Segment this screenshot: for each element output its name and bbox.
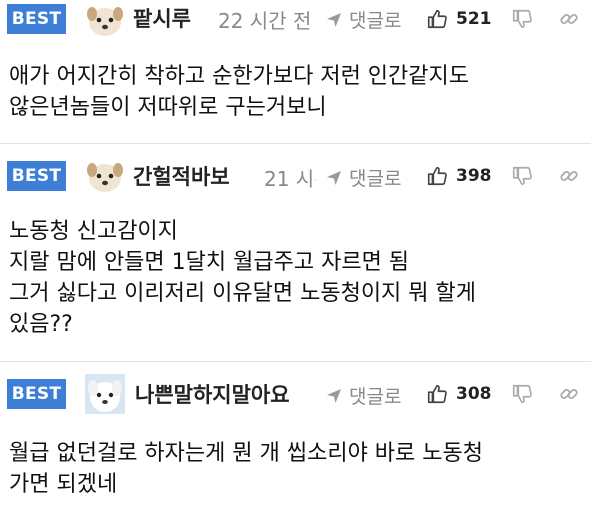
comment-header: BEST 나쁜말하지말아요 댓글로 308 xyxy=(0,374,591,414)
nickname[interactable]: 팥시루 xyxy=(133,3,191,33)
thumbs-up-icon xyxy=(427,9,447,29)
dog-avatar-icon[interactable] xyxy=(85,156,125,196)
comment-time: 21 시간 전 xyxy=(264,167,316,191)
like-count: 398 xyxy=(456,166,492,186)
puppy-avatar-icon[interactable] xyxy=(85,374,125,414)
nickname[interactable]: 나쁜말하지말아요 xyxy=(135,379,290,409)
comment-header: BEST 팥시루 22 시간 전 댓글로 521 xyxy=(0,0,591,40)
reply-label: 댓글로 xyxy=(349,168,402,190)
like-count: 521 xyxy=(456,9,492,29)
comment-header: BEST 간헐적바보 21 시간 전 댓글로 398 xyxy=(0,156,591,196)
thumbs-down-icon[interactable] xyxy=(511,165,533,187)
reply-arrow-icon xyxy=(327,12,341,27)
best-badge: BEST xyxy=(7,379,66,409)
comment-text: 노동청 신고감이지 지랄 맘에 안들면 1달치 월급주고 자르면 됨 그거 싫다… xyxy=(9,219,477,337)
reply-label: 댓글로 xyxy=(349,10,402,32)
thumbs-up-icon xyxy=(427,384,447,404)
thumbs-down-icon[interactable] xyxy=(511,383,533,405)
comment-item: BEST 간헐적바보 21 시간 전 댓글로 398 노동청 신고감이지 지랄 … xyxy=(0,144,591,362)
comment-time: 22 시간 전 xyxy=(218,9,312,33)
like-count: 308 xyxy=(456,384,492,404)
link-icon[interactable] xyxy=(558,165,580,187)
comment-text: 월급 없던걸로 하자는게 뭔 개 씹소리야 바로 노동청 가면 되겠네 xyxy=(9,441,483,497)
reply-arrow-icon xyxy=(327,170,341,185)
thumbs-up-icon xyxy=(427,166,447,186)
reply-button[interactable]: 댓글로 xyxy=(325,382,401,409)
reply-arrow-icon xyxy=(327,388,341,403)
like-button[interactable]: 398 xyxy=(426,165,492,187)
reply-label: 댓글로 xyxy=(349,386,402,408)
comment-text: 애가 어지간히 착하고 순한가보다 저런 인간같지도 않은년놈들이 저따위로 구… xyxy=(9,64,470,120)
like-button[interactable]: 308 xyxy=(426,383,492,405)
comment-item: BEST 팥시루 22 시간 전 댓글로 521 애가 어지간히 착하고 순한가… xyxy=(0,0,591,144)
reply-button[interactable]: 댓글로 xyxy=(325,6,401,33)
best-badge: BEST xyxy=(7,4,66,34)
reply-button[interactable]: 댓글로 xyxy=(325,164,401,191)
link-icon[interactable] xyxy=(558,383,580,405)
comment-item: BEST 나쁜말하지말아요 댓글로 308 월급 없던걸로 하자는게 뭔 개 씹… xyxy=(0,362,591,507)
dog-avatar-icon[interactable] xyxy=(85,0,125,40)
thumbs-down-icon[interactable] xyxy=(511,8,533,30)
best-badge: BEST xyxy=(7,161,66,191)
link-icon[interactable] xyxy=(558,8,580,30)
like-button[interactable]: 521 xyxy=(426,8,492,30)
nickname[interactable]: 간헐적바보 xyxy=(133,161,230,191)
